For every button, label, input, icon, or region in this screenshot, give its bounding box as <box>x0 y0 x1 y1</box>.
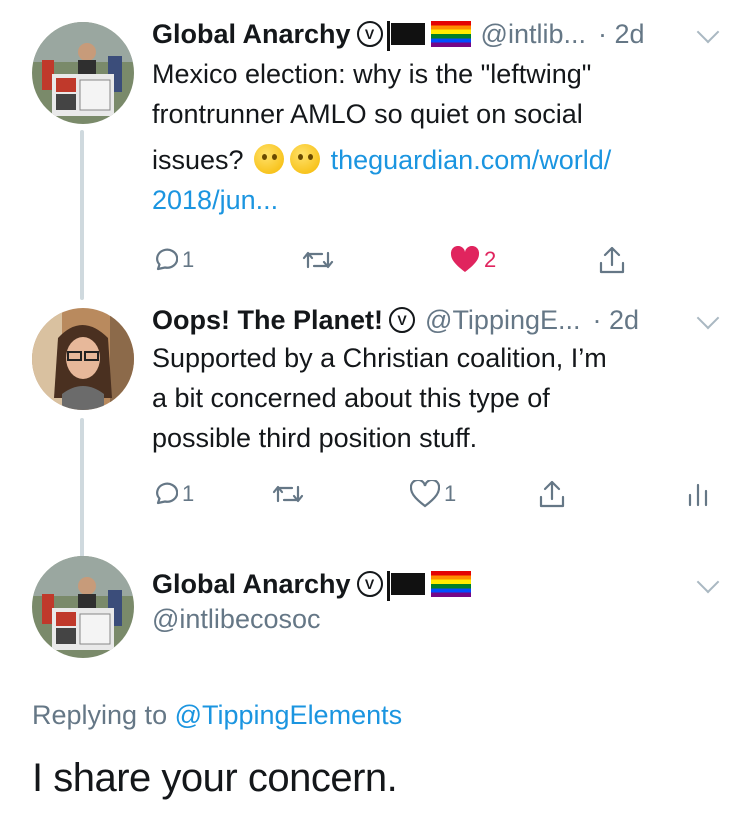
like-count: 1 <box>444 481 457 506</box>
user-handle[interactable]: @intlib... <box>481 19 586 50</box>
reply-count: 1 <box>182 481 195 506</box>
replying-prefix: Replying to <box>32 700 175 730</box>
tweet-text: Supported by a Christian coalition, I’m … <box>152 338 722 458</box>
timestamp[interactable]: · 2d <box>593 305 640 336</box>
reply-button[interactable]: 1 <box>152 474 194 514</box>
verified-v-icon: V <box>356 571 383 597</box>
user-handle[interactable]: @TippingE... <box>425 305 580 336</box>
display-name[interactable]: Oops! The Planet! <box>152 305 383 336</box>
tweet-text-line: frontrunner AMLO so quiet on social <box>152 99 583 129</box>
like-button[interactable]: 1 <box>410 474 456 514</box>
verified-v-icon: V <box>356 21 383 47</box>
analytics-bars-icon <box>688 483 708 507</box>
focused-tweet-text: I share your concern. <box>32 756 398 800</box>
rainbow-flag-icon <box>430 21 471 47</box>
tweet-text-fragment: issues? <box>152 145 244 175</box>
black-flag-icon <box>386 571 425 601</box>
tweet-text-line-with-link: issues? theguardian.com/world/ <box>152 140 722 180</box>
display-name[interactable]: Global Anarchy <box>152 19 351 50</box>
tweet-text-line: a bit concerned about this type of <box>152 383 550 413</box>
like-count: 2 <box>484 247 497 272</box>
retweet-icon <box>302 251 334 269</box>
timestamp[interactable]: · 2d <box>598 19 645 50</box>
verified-v-icon: V <box>389 307 416 333</box>
thinking-face-emoji-icon <box>254 144 285 174</box>
focused-tweet-header: Global Anarchy V <box>152 564 471 604</box>
share-icon <box>539 480 565 508</box>
retweet-button[interactable] <box>272 474 304 514</box>
heart-outline-icon <box>410 480 440 508</box>
article-link-continued[interactable]: 2018/jun... <box>152 180 722 220</box>
user-handle[interactable]: @intlibecosoc <box>152 604 321 635</box>
heart-filled-icon <box>450 246 480 272</box>
share-button[interactable] <box>538 474 566 514</box>
retweet-icon <box>272 485 304 503</box>
tweet-actions: 1 2 <box>152 240 712 280</box>
avatar[interactable] <box>32 22 134 124</box>
replying-to-handle[interactable]: @TippingElements <box>175 700 403 730</box>
reply-icon <box>156 248 178 271</box>
analytics-button[interactable] <box>687 474 709 514</box>
tweet-text-line: Mexico election: why is the "leftwing" <box>152 59 592 89</box>
article-link[interactable]: theguardian.com/world/ <box>331 145 612 175</box>
rainbow-flag-icon <box>430 571 471 597</box>
tweet-text-line: Supported by a Christian coalition, I’m <box>152 343 607 373</box>
tweet-header: Global Anarchy V @intlib... · 2d <box>152 14 645 54</box>
share-button[interactable] <box>598 240 626 280</box>
tweet-text-line: possible third position stuff. <box>152 423 478 453</box>
reply-icon <box>156 482 178 505</box>
display-name[interactable]: Global Anarchy <box>152 569 351 600</box>
tweet-actions: 1 1 <box>152 474 712 514</box>
thread-connector <box>80 418 84 566</box>
avatar[interactable] <box>32 556 134 658</box>
tweet-text: Mexico election: why is the "leftwing" f… <box>152 54 722 220</box>
retweet-button[interactable] <box>302 240 334 280</box>
like-button[interactable]: 2 <box>450 240 496 280</box>
replying-to: Replying to @TippingElements <box>32 700 402 731</box>
avatar[interactable] <box>32 308 134 410</box>
raised-eyebrow-emoji-icon <box>290 144 321 174</box>
chevron-down-icon[interactable] <box>696 570 720 594</box>
reply-button[interactable]: 1 <box>152 240 194 280</box>
reply-count: 1 <box>182 247 195 272</box>
thread-connector <box>80 130 84 300</box>
chevron-down-icon[interactable] <box>696 20 720 44</box>
chevron-down-icon[interactable] <box>696 306 720 330</box>
tweet-header: Oops! The Planet! V @TippingE... · 2d <box>152 300 639 340</box>
share-icon <box>599 246 625 274</box>
black-flag-icon <box>386 21 425 51</box>
